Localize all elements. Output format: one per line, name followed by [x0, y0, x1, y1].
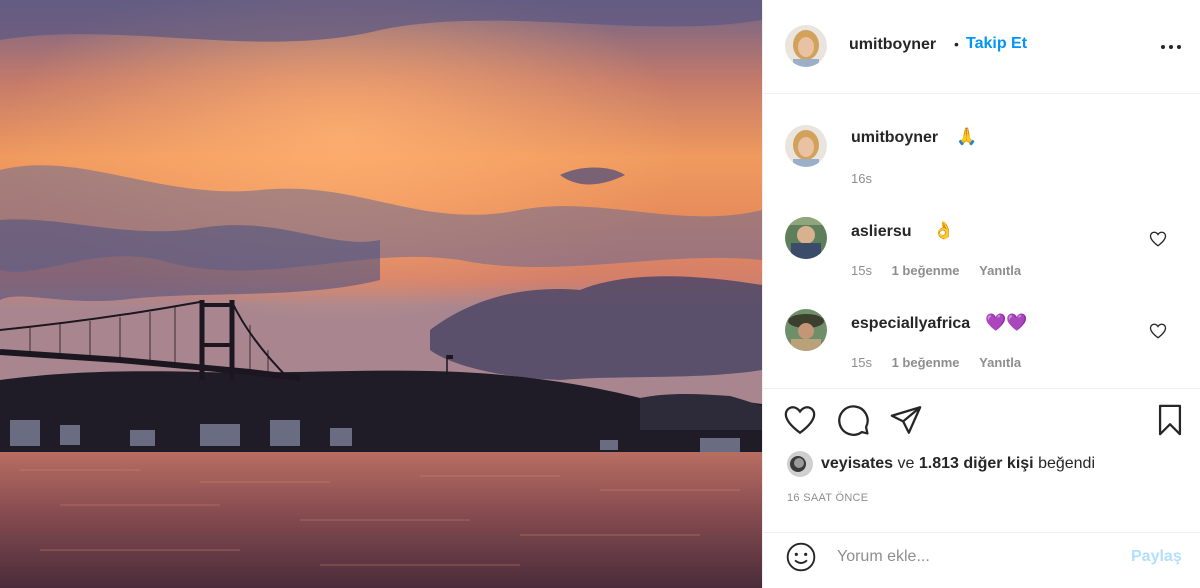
caption-text: 🙏	[956, 127, 978, 146]
likes-count[interactable]: 1.813 diğer kişi	[919, 455, 1034, 472]
likes-suffix: beğendi	[1038, 455, 1096, 472]
add-comment-bar: Paylaş	[763, 532, 1200, 588]
post-panel: umitboyner • Takip Et umitboyner 🙏 16s a…	[762, 0, 1200, 588]
post-photo[interactable]	[0, 0, 762, 588]
likes-connector: ve	[897, 455, 915, 472]
liker-avatar[interactable]	[787, 451, 813, 477]
share-icon[interactable]	[889, 403, 923, 437]
separator-dot: •	[954, 36, 959, 52]
likes-text: veyisates ve 1.813 diğer kişi beğendi	[821, 455, 1095, 473]
author-avatar[interactable]	[785, 25, 827, 67]
comments-list[interactable]: umitboyner 🙏 16s asliersu 👌 15s 1 beğenm…	[763, 95, 1200, 387]
reply-button[interactable]: Yanıtla	[979, 263, 1021, 278]
comment-item: especiallyafrica 💜💜 15s 1 beğenme Yanıtl…	[763, 309, 1200, 389]
more-options-icon[interactable]	[1161, 36, 1185, 56]
author-username[interactable]: umitboyner	[849, 36, 936, 54]
emoji-icon[interactable]	[785, 541, 817, 573]
comment-time[interactable]: 15s	[851, 355, 872, 370]
heart-icon[interactable]	[1149, 230, 1167, 248]
comment-username[interactable]: asliersu	[851, 223, 911, 241]
follow-button[interactable]: Takip Et	[966, 35, 1027, 53]
comment-avatar[interactable]	[785, 309, 827, 351]
comment-meta: 15s 1 beğenme Yanıtla	[851, 355, 1037, 370]
sunset-bridge-image	[0, 0, 762, 588]
comment-meta: 15s 1 beğenme Yanıtla	[851, 263, 1037, 278]
comment-text: 💜💜	[985, 313, 1028, 332]
comment-time[interactable]: 15s	[851, 263, 872, 278]
post-actions: veyisates ve 1.813 diğer kişi beğendi 16…	[763, 388, 1200, 516]
comment-icon[interactable]	[837, 403, 871, 437]
comment-likes[interactable]: 1 beğenme	[892, 355, 960, 370]
post-comment-button[interactable]: Paylaş	[1131, 548, 1182, 566]
comment-likes[interactable]: 1 beğenme	[892, 263, 960, 278]
post-header: umitboyner • Takip Et	[763, 0, 1200, 94]
liker-username[interactable]: veyisates	[821, 455, 893, 472]
comment-text: 👌	[933, 221, 955, 240]
reply-button[interactable]: Yanıtla	[979, 355, 1021, 370]
caption-avatar[interactable]	[785, 125, 827, 167]
caption-time[interactable]: 16s	[851, 171, 872, 186]
comment-avatar[interactable]	[785, 217, 827, 259]
comment-item: asliersu 👌 15s 1 beğenme Yanıtla	[763, 217, 1200, 297]
like-icon[interactable]	[783, 403, 817, 437]
post-timestamp[interactable]: 16 SAAT ÖNCE	[787, 492, 868, 504]
comment-input[interactable]	[837, 545, 1117, 569]
comment-username[interactable]: especiallyafrica	[851, 315, 970, 333]
bookmark-icon[interactable]	[1153, 403, 1187, 437]
caption-username[interactable]: umitboyner	[851, 129, 938, 147]
heart-icon[interactable]	[1149, 322, 1167, 340]
